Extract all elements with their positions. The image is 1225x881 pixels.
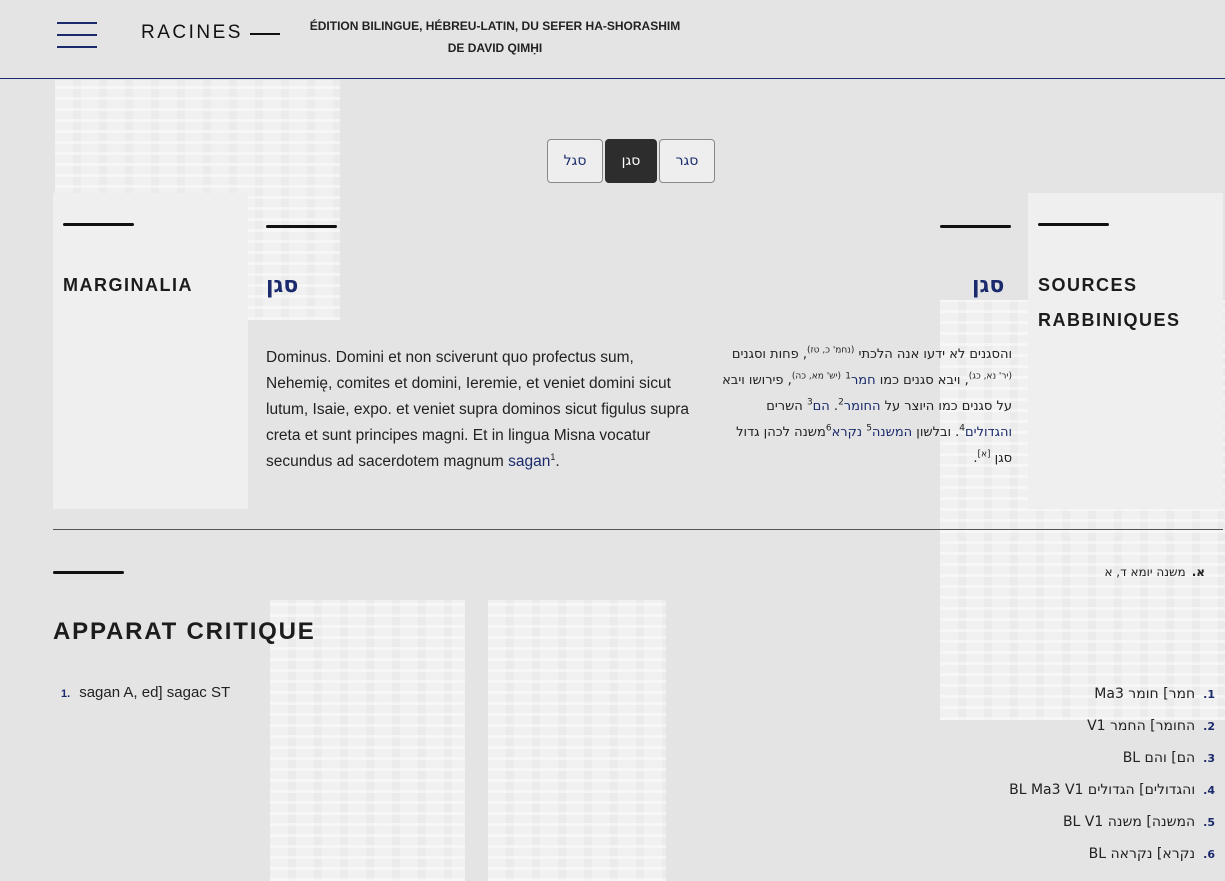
root-button-next[interactable]: סגר <box>659 139 715 183</box>
apparatus-dash <box>53 571 124 574</box>
marginalia-panel: MARGINALIA <box>53 193 248 509</box>
hebrew-variant-number[interactable]: 1. <box>1203 688 1215 701</box>
root-button-previous[interactable]: סגל <box>547 139 603 183</box>
sources-panel: SOURCES RABBINIQUES א. משנה יומא ד, א <box>1028 193 1223 579</box>
hebrew-variant: 3. הם] והם BL <box>815 748 1215 780</box>
hebrew-link-5[interactable]: המשנה <box>872 425 912 440</box>
hebrew-seg-2: , פחות וסגנים <box>731 347 808 362</box>
hebrew-link-6[interactable]: נקרא <box>832 425 862 440</box>
hebrew-variant-number[interactable]: 2. <box>1203 720 1215 733</box>
hebrew-seg-3: , ויבא סגנים כמו <box>875 373 969 388</box>
latin-body: Dominus. Domini et non sciverunt quo pro… <box>266 349 690 470</box>
hebrew-variant: 1. חמר] חומר Ma3 <box>815 684 1215 716</box>
menu-icon[interactable] <box>57 22 97 48</box>
hebrew-ref-2: (יר' נא, כג) <box>968 371 1012 382</box>
hebrew-variant-number[interactable]: 3. <box>1203 752 1215 765</box>
hebrew-variant-text: החומר] החמר V1 <box>1087 718 1196 734</box>
root-navigation: סגל סגן סגר <box>547 139 715 183</box>
hebrew-source-note[interactable]: [א] <box>977 450 990 460</box>
latin-text: Dominus. Domini et non sciverunt quo pro… <box>266 345 696 475</box>
hebrew-entry-title: סגן <box>972 273 1005 298</box>
latin-dash <box>266 225 337 228</box>
hebrew-variant: 4. והגדולים] הגדולים BL Ma3 V1 <box>815 780 1215 812</box>
source-item-text: משנה יומא ד, א <box>1104 565 1186 579</box>
hebrew-variant-text: הם] והם BL <box>1122 750 1196 766</box>
hebrew-link-4[interactable]: והגדולים <box>965 425 1012 440</box>
root-button-current[interactable]: סגן <box>605 139 657 183</box>
sources-dash <box>1038 223 1109 226</box>
hebrew-seg-6: השרים <box>766 399 807 414</box>
logo-dash <box>250 33 280 35</box>
apparatus-title: APPARAT CRITIQUE <box>53 618 316 645</box>
hebrew-seg-5: . <box>829 399 839 414</box>
hebrew-variant-text: נקרא] נקראה BL <box>1088 846 1196 862</box>
sources-title: SOURCES RABBINIQUES <box>1038 268 1181 338</box>
site-header: RACINES ÉDITION BILINGUE, HÉBREU-LATIN, … <box>0 0 1225 79</box>
hebrew-text: והסגנים לא ידעו אנה הלכתי (נחמ' כ, טז), … <box>716 342 1012 472</box>
site-subtitle: ÉDITION BILINGUE, HÉBREU-LATIN, DU SEFER… <box>300 15 690 59</box>
hebrew-variants: 1. חמר] חומר Ma3 2. החומר] החמר V1 3. הם] ו… <box>815 684 1215 876</box>
hebrew-ref-1: (נחמ' כ, טז) <box>807 345 855 356</box>
hebrew-link-2[interactable]: החומר <box>844 399 881 414</box>
hebrew-ref-3: (יש' מא, כה) <box>791 371 842 382</box>
latin-end: . <box>555 453 560 470</box>
subtitle-line-2: DE DAVID QIMḤI <box>447 41 543 55</box>
hebrew-link-1[interactable]: חמר <box>851 373 876 388</box>
hebrew-variant-number[interactable]: 6. <box>1203 848 1215 861</box>
hebrew-dash <box>940 225 1011 228</box>
manuscript-texture-bottom-center <box>488 600 666 881</box>
marginalia-dash <box>63 223 134 226</box>
latin-variant: 1. sagan A, ed] sagac ST <box>61 684 230 701</box>
subtitle-line-1: ÉDITION BILINGUE, HÉBREU-LATIN, DU SEFER… <box>309 19 681 33</box>
hebrew-variant-text: חמר] חומר Ma3 <box>1094 686 1196 702</box>
sources-title-line-2: RABBINIQUES <box>1038 310 1181 330</box>
latin-variant-number[interactable]: 1. <box>61 688 70 700</box>
hebrew-variant-text: והגדולים] הגדולים BL Ma3 V1 <box>1009 782 1196 798</box>
hebrew-seg-7: . ובלשון <box>912 425 960 440</box>
hebrew-variant: 5. המשנה] משנה BL V1 <box>815 812 1215 844</box>
marginalia-title: MARGINALIA <box>63 275 193 295</box>
latin-entry-title: סגן <box>266 273 299 298</box>
hebrew-variant-number[interactable]: 5. <box>1203 816 1215 829</box>
hebrew-variant-text: המשנה] משנה BL V1 <box>1062 814 1196 830</box>
site-logo[interactable]: RACINES <box>141 22 243 44</box>
source-item-marker: א. <box>1191 565 1205 579</box>
sources-title-line-1: SOURCES <box>1038 275 1138 295</box>
hebrew-seg-1: והסגנים לא ידעו אנה הלכתי <box>854 347 1012 362</box>
hebrew-variant: 2. החומר] החמר V1 <box>815 716 1215 748</box>
latin-variant-text: sagan A, ed] sagac ST <box>79 684 231 701</box>
hebrew-link-3[interactable]: הם <box>813 399 830 414</box>
latin-link-sagan[interactable]: sagan <box>508 453 550 470</box>
section-divider <box>53 529 1223 530</box>
source-item[interactable]: א. משנה יומא ד, א <box>1104 565 1205 579</box>
hebrew-variant-number[interactable]: 4. <box>1203 784 1215 797</box>
hebrew-variant: 6. נקרא] נקראה BL <box>815 844 1215 876</box>
